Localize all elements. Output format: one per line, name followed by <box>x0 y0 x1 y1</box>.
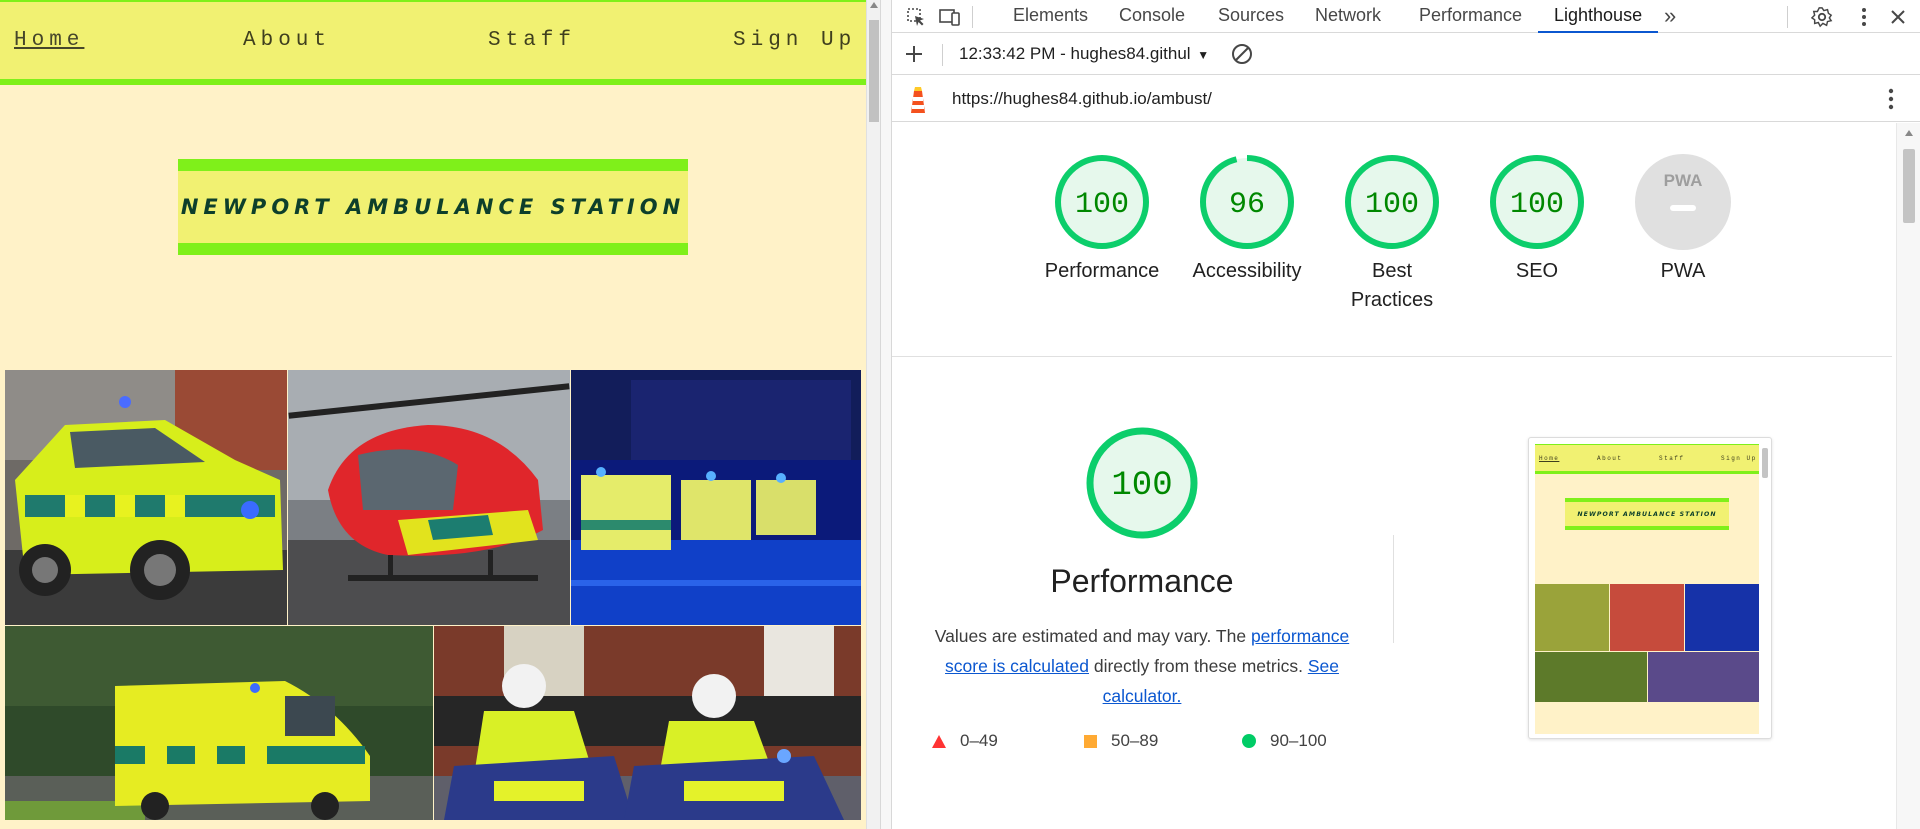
scroll-up-arrow-icon[interactable] <box>1905 130 1913 136</box>
pwa-badge-text: PWA <box>1664 171 1703 190</box>
dropdown-caret-icon: ▼ <box>1197 48 1210 62</box>
inspect-element-icon[interactable] <box>904 5 928 29</box>
lighthouse-logo-icon <box>906 85 930 120</box>
nav-link-sign-up[interactable]: Sign Up <box>733 29 856 52</box>
nav-link-staff[interactable]: Staff <box>488 29 576 52</box>
tab-sources[interactable]: Sources <box>1218 0 1284 33</box>
gauge-label: Accessibility <box>1192 260 1302 282</box>
scrollbar-thumb[interactable] <box>1903 149 1915 223</box>
pass-circle-icon <box>1242 734 1256 748</box>
lighthouse-toolbar: 12:33:42 PM - hughes84.githul ▼ <box>892 34 1920 75</box>
score-legend: 0–49 50–89 90–100 <box>932 731 1392 755</box>
settings-gear-icon[interactable] <box>1810 5 1834 29</box>
tab-console[interactable]: Console <box>1119 0 1185 33</box>
performance-title: Performance <box>1050 563 1234 599</box>
site-navbar: Home About Staff Sign Up <box>0 0 866 85</box>
website-scrollbar[interactable] <box>866 0 880 829</box>
report-menu-kebab-icon[interactable] <box>1879 87 1903 111</box>
tab-network[interactable]: Network <box>1315 0 1381 33</box>
fail-triangle-icon <box>932 734 946 748</box>
gauge-score-text: 100 <box>1075 188 1129 222</box>
gauge-accessibility[interactable]: 96 Accessibility <box>1172 153 1322 286</box>
gallery-photo-paramedic-van <box>5 626 433 820</box>
new-report-plus-icon[interactable] <box>902 42 926 66</box>
device-toolbar-icon[interactable] <box>938 5 962 29</box>
legend-pass: 90–100 <box>1242 731 1327 751</box>
vertical-divider <box>1393 535 1394 643</box>
gauge-pwa[interactable]: PWA PWA <box>1608 153 1758 286</box>
gauge-label: Performance <box>1044 260 1160 282</box>
clear-reports-block-icon[interactable] <box>1230 42 1254 66</box>
devtools-panel: Elements Console Sources Network Perform… <box>892 0 1920 829</box>
report-scrollbar[interactable] <box>1896 123 1920 829</box>
website-viewport: Home About Staff Sign Up NEWPORT AMBULAN… <box>0 0 866 829</box>
page-screenshot-thumbnail[interactable]: Home About Staff Sign Up NEWPORT AMBULAN… <box>1528 437 1772 739</box>
scrollbar-thumb[interactable] <box>869 20 879 122</box>
nav-link-about[interactable]: About <box>243 29 331 52</box>
gauge-label: Best Practices <box>1350 260 1434 311</box>
report-history-select[interactable]: 12:33:42 PM - hughes84.githul ▼ <box>959 44 1209 64</box>
more-options-kebab-icon[interactable] <box>1852 5 1876 29</box>
gauge-score-text: 96 <box>1229 188 1265 222</box>
report-url[interactable]: https://hughes84.github.io/ambust/ <box>952 89 1212 109</box>
gallery-photo-helicopter <box>288 370 570 625</box>
devtools-tab-bar: Elements Console Sources Network Perform… <box>892 0 1920 33</box>
gauge-seo[interactable]: 100 SEO <box>1462 153 1612 286</box>
tab-lighthouse[interactable]: Lighthouse <box>1538 0 1659 33</box>
scroll-up-arrow-icon[interactable] <box>870 2 878 8</box>
performance-main-gauge[interactable]: 100 <box>1082 423 1202 548</box>
performance-section: 100 Performance Values are estimated and… <box>892 427 1392 829</box>
tab-performance[interactable]: Performance <box>1419 0 1522 33</box>
panel-splitter[interactable] <box>880 0 892 829</box>
gauge-score-text: 100 <box>1510 188 1564 222</box>
banner-title: NEWPORT AMBULANCE STATION <box>180 195 686 219</box>
gallery-photo-night-ambulances <box>571 370 861 625</box>
section-divider <box>892 356 1892 357</box>
more-tabs-chevron-icon[interactable]: » <box>1664 0 1676 33</box>
gallery-photo-motorcycles <box>434 626 861 820</box>
performance-description: Values are estimated and may vary. The p… <box>934 626 1350 706</box>
gauge-score-text: 100 <box>1365 188 1419 222</box>
gauge-label: PWA <box>1660 260 1706 282</box>
performance-score-text: 100 <box>1111 467 1172 505</box>
hero-banner: NEWPORT AMBULANCE STATION <box>178 159 688 255</box>
gauge-label: SEO <box>1515 260 1559 282</box>
pwa-dash-icon <box>1670 205 1696 211</box>
average-square-icon <box>1084 734 1097 748</box>
tab-elements[interactable]: Elements <box>1013 0 1088 33</box>
legend-average: 50–89 <box>1084 731 1158 751</box>
gauge-performance[interactable]: 100 Performance <box>1027 153 1177 286</box>
report-time-label: 12:33:42 PM - hughes84.githul <box>959 44 1191 63</box>
lighthouse-url-bar: https://hughes84.github.io/ambust/ <box>892 76 1920 122</box>
photo-gallery <box>5 370 861 820</box>
nav-link-home[interactable]: Home <box>14 29 84 52</box>
gauge-best-practices[interactable]: 100 Best Practices <box>1317 153 1467 315</box>
lighthouse-report: 100 Performance 96 Accessibility 100 Bes… <box>892 123 1892 829</box>
thumbnail-scrollbar <box>1762 448 1768 478</box>
legend-fail: 0–49 <box>932 731 998 751</box>
close-devtools-icon[interactable] <box>1886 5 1910 29</box>
gallery-photo-response-car <box>5 370 287 625</box>
